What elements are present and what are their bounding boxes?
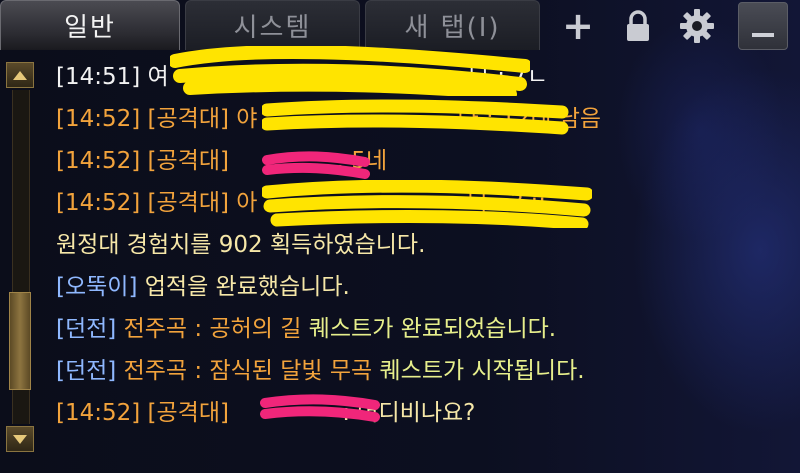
minimize-icon xyxy=(752,33,774,37)
arrow-up-icon xyxy=(13,70,27,80)
quest-status-message: 퀘스트가 완료되었습니다. xyxy=(308,316,557,342)
timestamp: [14:52] xyxy=(56,400,141,426)
chat-scrollbar[interactable] xyxy=(4,60,38,460)
chat-line: [14:51] 여 나 : 7ㄴ xyxy=(56,56,786,98)
add-tab-button[interactable]: + xyxy=(553,2,603,50)
tab-general[interactable]: 일반 xyxy=(0,0,180,50)
quest-name-link[interactable]: 전주곡 : 잠식된 달빛 무곡 xyxy=(124,358,373,384)
chat-tab-bar: 일반 시스템 새 탭(I) + xyxy=(0,0,800,52)
channel-tag: [공격대] xyxy=(147,190,229,216)
sender-name[interactable]: 아 xyxy=(236,190,257,216)
scroll-thumb[interactable] xyxy=(9,292,31,390)
sender-name[interactable]: 여 xyxy=(148,64,169,90)
quest-complete-line: [던전] 전주곡 : 공허의 길 퀘스트가 완료되었습니다. xyxy=(56,308,786,350)
arrow-down-icon xyxy=(13,434,27,444)
channel-tag: [공격대] xyxy=(147,106,229,132)
scroll-up-button[interactable] xyxy=(6,62,34,88)
tab-new[interactable]: 새 탭(I) xyxy=(365,0,540,50)
chat-message: 나 : ? ;; xyxy=(467,190,547,216)
timestamp: [14:52] xyxy=(56,190,141,216)
achievement-message: 업적을 완료했습니다. xyxy=(144,274,350,300)
channel-tag: [공격대] xyxy=(147,148,229,174)
timestamp: [14:52] xyxy=(56,148,141,174)
tab-system[interactable]: 시스템 xyxy=(185,0,360,50)
chat-message: 나 : 12네 남음 xyxy=(457,106,602,132)
timestamp: [14:51] xyxy=(56,64,141,90)
chat-message: 나 : 7ㄴ xyxy=(468,64,549,90)
quest-name-link[interactable]: 전주곡 : 공허의 길 xyxy=(124,316,302,342)
dungeon-tag: [던전] xyxy=(56,358,117,384)
chat-message: : 어디비나요? xyxy=(342,400,476,426)
quest-start-line: [던전] 전주곡 : 잠식된 달빛 무곡 퀘스트가 시작됩니다. xyxy=(56,350,786,392)
lock-icon xyxy=(627,10,649,41)
chat-message: : 5네 xyxy=(336,148,388,174)
achievement-line: [오뚝이] 업적을 완료했습니다. xyxy=(56,266,786,308)
quest-status-message: 퀘스트가 시작됩니다. xyxy=(379,358,585,384)
chat-line: [14:52] [공격대] : 어디비나요? xyxy=(56,392,786,434)
chat-line: [14:52] [공격대] 아 나 : ? ;; xyxy=(56,182,786,224)
scroll-down-button[interactable] xyxy=(6,426,34,452)
exp-message: 원정대 경험치를 902 획득하였습니다. xyxy=(56,232,426,258)
chat-log: [14:51] 여 나 : 7ㄴ [14:52] [공격대] 야 나 : 12네 남… xyxy=(56,56,786,434)
settings-button[interactable] xyxy=(668,2,726,50)
channel-tag: [공격대] xyxy=(147,400,229,426)
chat-line: [14:52] [공격대] 야 나 : 12네 남음 xyxy=(56,98,786,140)
sender-name[interactable]: 야 xyxy=(236,106,257,132)
gear-icon xyxy=(680,9,714,43)
minimize-button[interactable] xyxy=(738,2,788,50)
dungeon-tag: [던전] xyxy=(56,316,117,342)
lock-button[interactable] xyxy=(612,2,664,50)
timestamp: [14:52] xyxy=(56,106,141,132)
achievement-tag: [오뚝이] xyxy=(56,274,138,300)
chat-line: [14:52] [공격대] : 5네 xyxy=(56,140,786,182)
